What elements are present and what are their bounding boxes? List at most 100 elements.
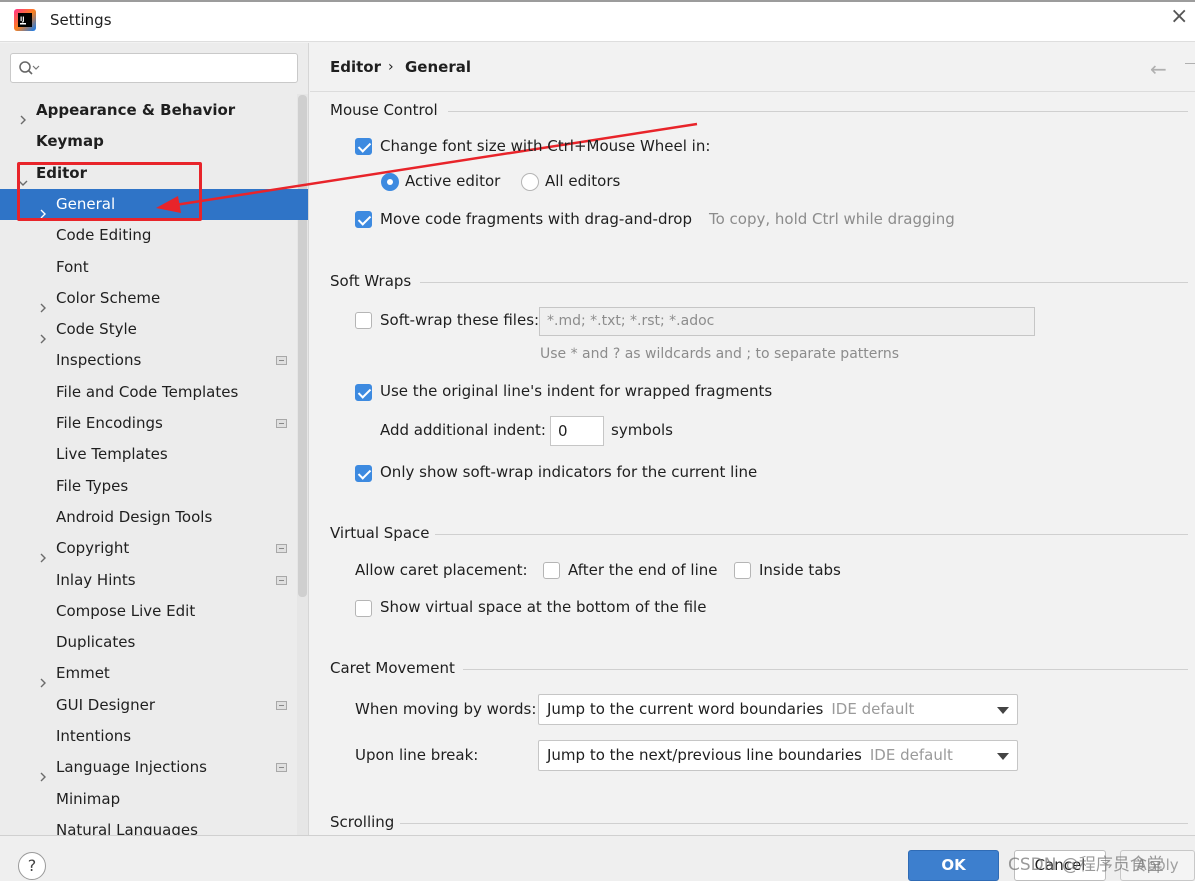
project-scope-icon [276,419,287,428]
inside-tabs-label: Inside tabs [759,561,841,579]
sidebar-item-label: Duplicates [56,633,136,652]
sidebar-item-inlay-hints[interactable]: Inlay Hints [0,565,296,596]
csdn-watermark: CSDN @程序员食堂 [1008,855,1164,875]
sidebar-item-font[interactable]: Font [0,252,296,283]
moving-words-label: When moving by words: [355,700,537,718]
sidebar-item-file-encodings[interactable]: File Encodings [0,408,296,439]
sidebar-item-label: Copyright [56,539,130,558]
inside-tabs-checkbox[interactable] [734,562,751,579]
section-divider [400,823,1188,824]
original-indent-checkbox[interactable] [355,384,372,401]
line-break-value: Jump to the next/previous line boundarie… [547,746,862,764]
change-font-size-label: Change font size with Ctrl+Mouse Wheel i… [380,137,711,155]
breadcrumb-separator: › [388,59,394,75]
section-divider [420,282,1188,283]
project-scope-icon [276,700,287,710]
sidebar-item-keymap[interactable]: Keymap [0,126,296,157]
show-virtual-bottom-label: Show virtual space at the bottom of the … [380,598,707,616]
chevron-right-icon[interactable] [38,543,48,563]
section-title-caret-movement: Caret Movement [330,659,455,677]
sidebar-item-label: Language Injections [56,758,207,777]
sidebar-scrollbar-thumb[interactable] [298,95,307,597]
sidebar-item-gui-designer[interactable]: GUI Designer [0,690,296,721]
after-end-checkbox[interactable] [543,562,560,579]
drag-drop-label: Move code fragments with drag-and-drop [380,210,693,228]
breadcrumb-current: General [405,58,471,76]
sidebar-item-file-and-code-templates[interactable]: File and Code Templates [0,377,296,408]
sidebar-item-language-injections[interactable]: Language Injections [0,752,296,783]
soft-wrap-files-label: Soft-wrap these files: [380,311,540,329]
moving-words-dropdown[interactable]: Jump to the current word boundaries IDE d… [538,694,1018,725]
only-current-line-label: Only show soft-wrap indicators for the c… [380,463,758,481]
sidebar-item-inspections[interactable]: Inspections [0,345,296,376]
sidebar-item-label: Font [56,257,89,276]
forward-arrow-icon[interactable] [1185,63,1195,64]
sidebar-item-label: File Encodings [56,414,163,432]
intellij-logo-icon: IJ [14,9,36,31]
section-divider [435,534,1188,535]
header-divider [310,91,1195,92]
sidebar-item-code-style[interactable]: Code Style [0,314,296,345]
sidebar-item-color-scheme[interactable]: Color Scheme [0,283,296,314]
soft-wrap-files-checkbox[interactable] [355,312,372,329]
project-scope-icon [276,763,287,773]
soft-wrap-patterns-input[interactable]: *.md; *.txt; *.rst; *.adoc [539,307,1035,336]
settings-search-input[interactable] [10,53,298,83]
symbols-label: symbols [611,421,673,439]
sidebar-item-label: Inspections [56,351,142,370]
line-break-dropdown[interactable]: Jump to the next/previous line boundarie… [538,740,1018,771]
all-editors-radio[interactable] [521,173,539,191]
drag-drop-hint: To copy, hold Ctrl while dragging [709,210,955,228]
chevron-right-icon[interactable] [38,668,48,688]
sidebar-item-emmet[interactable]: Emmet [0,658,296,689]
original-indent-label: Use the original line's indent for wrapp… [380,382,773,400]
help-button[interactable]: ? [18,852,46,880]
chevron-right-icon[interactable] [18,105,28,125]
section-divider [463,669,1188,670]
sidebar-item-label: Minimap [56,789,121,808]
section-title-scrolling: Scrolling [330,813,395,831]
sidebar-item-appearance-behavior[interactable]: Appearance & Behavior [0,95,296,126]
back-arrow-icon[interactable]: ← [1150,57,1167,81]
chevron-right-icon[interactable] [38,324,48,344]
active-editor-radio[interactable] [381,173,399,191]
active-editor-label: Active editor [405,172,501,190]
show-virtual-bottom-checkbox[interactable] [355,600,372,617]
chevron-right-icon[interactable] [38,825,48,845]
additional-indent-input[interactable]: 0 [550,416,604,446]
line-break-default-tag: IDE default [869,746,953,764]
sidebar-item-live-templates[interactable]: Live Templates [0,439,296,470]
sidebar-item-compose-live-edit[interactable]: Compose Live Edit [0,596,296,627]
sidebar-item-label: File and Code Templates [56,382,239,401]
sidebar-item-label: Compose Live Edit [56,601,196,620]
svg-text:IJ: IJ [20,16,24,23]
sidebar-item-label: Live Templates [56,445,168,464]
soft-wrap-patterns-hint: Use * and ? as wildcards and ; to separa… [540,346,900,362]
change-font-size-checkbox[interactable] [355,138,372,155]
search-icon [18,60,40,80]
chevron-down-icon [997,707,1009,714]
ok-button[interactable]: OK [908,850,999,881]
sidebar-item-duplicates[interactable]: Duplicates [0,627,296,658]
chevron-right-icon[interactable] [38,762,48,782]
drag-drop-checkbox[interactable] [355,211,372,228]
close-icon[interactable]: × [1170,6,1188,28]
annotation-highlight-box [17,162,202,221]
title-bar [0,0,1195,42]
breadcrumb-parent[interactable]: Editor [330,58,381,76]
only-current-line-checkbox[interactable] [355,465,372,482]
allow-caret-label: Allow caret placement: [355,561,528,579]
chevron-down-icon [997,753,1009,760]
sidebar-item-code-editing[interactable]: Code Editing [0,220,296,251]
sidebar-item-label: Code Editing [56,226,152,245]
sidebar-item-label: Keymap [36,132,104,151]
sidebar-item-copyright[interactable]: Copyright [0,533,296,564]
sidebar-item-file-types[interactable]: File Types [0,471,296,502]
sidebar-item-android-design-tools[interactable]: Android Design Tools [0,502,296,533]
chevron-right-icon[interactable] [38,293,48,313]
section-divider [448,111,1188,112]
sidebar-item-intentions[interactable]: Intentions [0,721,296,752]
moving-words-default-tag: IDE default [831,700,915,718]
project-scope-icon [276,544,287,554]
sidebar-item-minimap[interactable]: Minimap [0,784,296,815]
